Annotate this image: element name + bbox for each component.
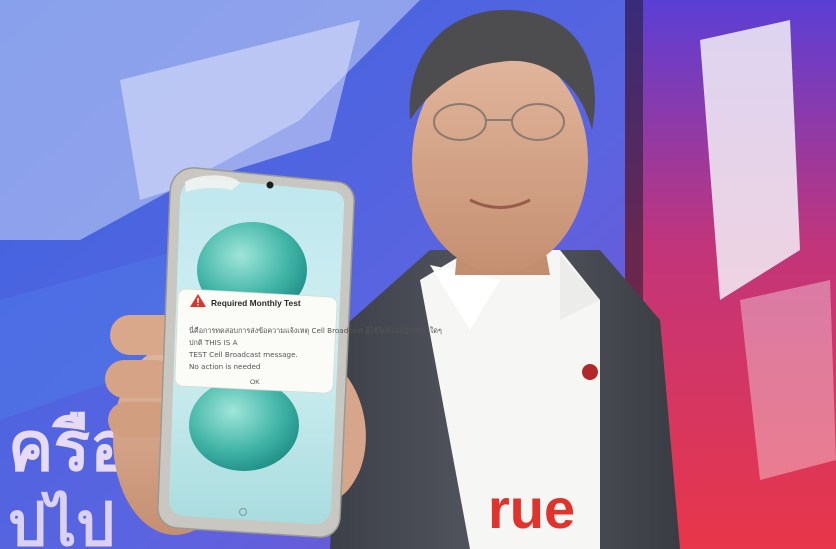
front-camera: [266, 181, 274, 189]
shirt-logo: rue: [488, 477, 575, 540]
dialog-title: Required Monthly Test: [211, 298, 301, 308]
ok-button[interactable]: OK: [250, 379, 260, 386]
photo-scene: ครือ ปไป rue Required Monthly Test นี่คื…: [0, 0, 836, 549]
lapel-pin: [582, 364, 598, 380]
photo: ครือ ปไป rue Required Monthly Test นี่คื…: [0, 0, 836, 549]
backdrop-lettering-2: ปไป: [8, 489, 114, 549]
